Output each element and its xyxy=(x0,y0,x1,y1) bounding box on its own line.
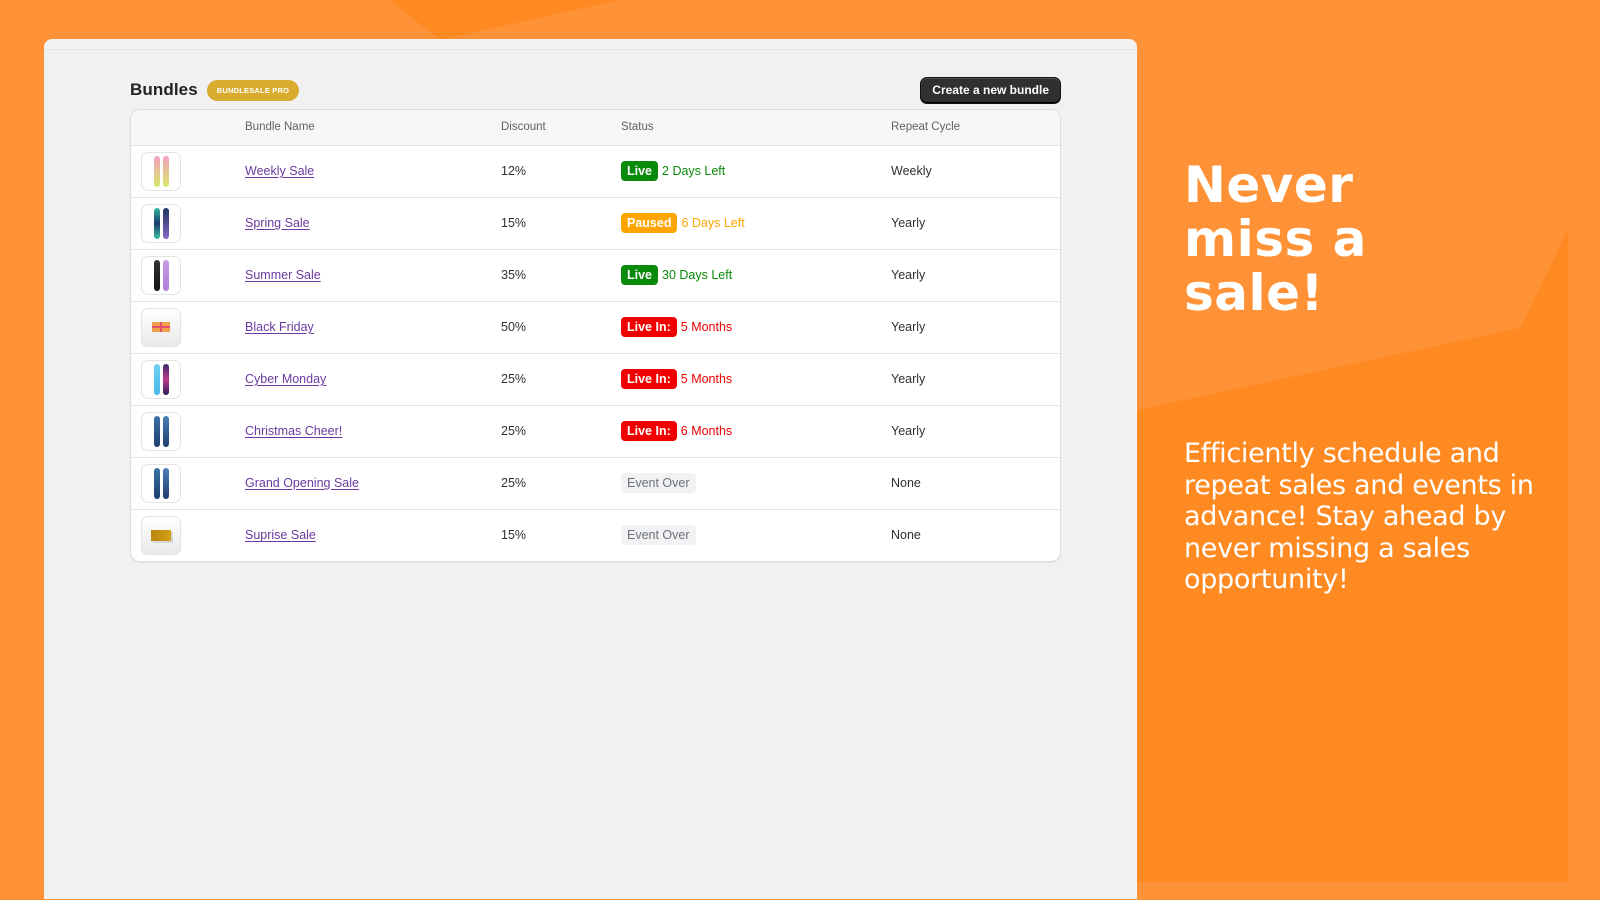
discount-value: 15% xyxy=(501,196,621,249)
bundle-name-link[interactable]: Grand Opening Sale xyxy=(245,476,359,490)
bundle-name-link[interactable]: Summer Sale xyxy=(245,268,321,282)
discount-value: 25% xyxy=(501,404,621,457)
bundle-thumbnail xyxy=(141,463,181,503)
column-header-status: Status xyxy=(621,110,891,146)
repeat-cycle-value: None xyxy=(891,456,1060,509)
repeat-cycle-value: None xyxy=(891,508,1060,561)
snowboard-image xyxy=(162,415,169,447)
repeat-cycle-value: Yearly xyxy=(891,300,1060,353)
status-badge: Paused xyxy=(621,213,678,233)
promo-headline: Never miss a sale! xyxy=(1184,156,1367,322)
bundle-name-link[interactable]: Black Friday xyxy=(245,320,314,334)
column-header-image xyxy=(131,110,245,146)
status-badge: Event Over xyxy=(621,525,696,546)
discount-value: 50% xyxy=(501,300,621,353)
repeat-cycle-value: Yearly xyxy=(891,404,1060,457)
divider xyxy=(44,49,1137,50)
promo-description: Efficiently schedule and repeat sales an… xyxy=(1184,438,1534,595)
gift-card-image xyxy=(152,322,170,332)
status-detail: 5 Months xyxy=(680,320,733,334)
status-badge: Live xyxy=(621,161,659,181)
snowboard-image xyxy=(153,155,160,187)
status-badge: Live In: xyxy=(621,421,677,441)
status-badge: Live In: xyxy=(621,317,677,337)
snowboard-image xyxy=(162,155,169,187)
app-window: Bundles BUNDLESALE PRO Create a new bund… xyxy=(44,39,1137,899)
discount-value: 25% xyxy=(501,456,621,509)
bundle-thumbnail xyxy=(141,151,181,191)
column-header-discount: Discount xyxy=(501,110,621,146)
discount-value: 12% xyxy=(501,164,527,178)
table-row[interactable]: Summer Sale 35% Live 30 Days Left Yearly xyxy=(131,248,1060,301)
bundle-name-link[interactable]: Christmas Cheer! xyxy=(245,424,342,438)
bundle-thumbnail xyxy=(141,411,181,451)
page-header: Bundles BUNDLESALE PRO Create a new bund… xyxy=(130,76,1061,104)
page-title: Bundles xyxy=(130,80,198,99)
table-row[interactable]: Weekly Sale 12% Live 2 Days Left Weekly xyxy=(131,145,1060,197)
column-header-bundle-name: Bundle Name xyxy=(245,110,501,146)
table-row[interactable]: Grand Opening Sale 25% Event Over None xyxy=(131,456,1060,509)
discount-value: 35% xyxy=(501,248,621,301)
bundle-name-link[interactable]: Suprise Sale xyxy=(245,528,316,542)
table-row[interactable]: Suprise Sale 15% Event Over None xyxy=(131,508,1060,561)
status-badge: Live In: xyxy=(621,369,677,389)
column-header-repeat-cycle: Repeat Cycle xyxy=(891,110,1060,146)
repeat-cycle-value: Weekly xyxy=(891,164,932,178)
status-detail: 30 Days Left xyxy=(662,268,733,282)
table-row[interactable]: Black Friday 50% Live In: 5 Months Yearly xyxy=(131,300,1060,353)
plan-badge: BUNDLESALE PRO xyxy=(206,79,300,101)
snowboard-image xyxy=(153,363,160,395)
repeat-cycle-value: Yearly xyxy=(891,248,1060,301)
snowboard-image xyxy=(162,259,169,291)
snowboard-image xyxy=(153,259,160,291)
status-badge: Live xyxy=(621,265,659,285)
snowboard-image xyxy=(162,363,169,395)
bundle-thumbnail xyxy=(141,203,181,243)
repeat-cycle-value: Yearly xyxy=(891,196,1060,249)
snowboard-image xyxy=(153,467,160,499)
bundle-thumbnail xyxy=(141,359,181,399)
status-detail: 6 Days Left xyxy=(681,216,745,230)
gold-bar-image xyxy=(151,529,171,541)
bundle-name-link[interactable]: Spring Sale xyxy=(245,216,310,230)
table-row[interactable]: Christmas Cheer! 25% Live In: 6 Months Ye… xyxy=(131,404,1060,457)
discount-value: 25% xyxy=(501,352,621,405)
snowboard-image xyxy=(162,467,169,499)
discount-value: 15% xyxy=(501,508,621,561)
bundle-thumbnail xyxy=(141,255,181,295)
bundle-thumbnail xyxy=(141,515,181,555)
bundles-table-card: Bundle Name Discount Status Repeat Cycle… xyxy=(130,109,1061,562)
snowboard-image xyxy=(153,415,160,447)
snowboard-image xyxy=(162,207,169,239)
bundle-name-link[interactable]: Weekly Sale xyxy=(245,164,314,178)
status-detail: 5 Months xyxy=(680,372,733,386)
bundle-name-link[interactable]: Cyber Monday xyxy=(245,372,326,386)
bundles-table: Bundle Name Discount Status Repeat Cycle… xyxy=(131,110,1060,561)
table-row[interactable]: Spring Sale 15% Paused 6 Days Left Yearly xyxy=(131,196,1060,249)
bundle-thumbnail xyxy=(141,307,181,347)
status-detail: 6 Months xyxy=(680,424,733,438)
table-row[interactable]: Cyber Monday 25% Live In: 5 Months Yearly xyxy=(131,352,1060,405)
repeat-cycle-value: Yearly xyxy=(891,352,1060,405)
create-bundle-button[interactable]: Create a new bundle xyxy=(920,76,1061,104)
status-detail: 2 Days Left xyxy=(662,164,726,178)
snowboard-image xyxy=(153,207,160,239)
status-badge: Event Over xyxy=(621,473,696,493)
table-header-row: Bundle Name Discount Status Repeat Cycle xyxy=(131,110,1060,146)
